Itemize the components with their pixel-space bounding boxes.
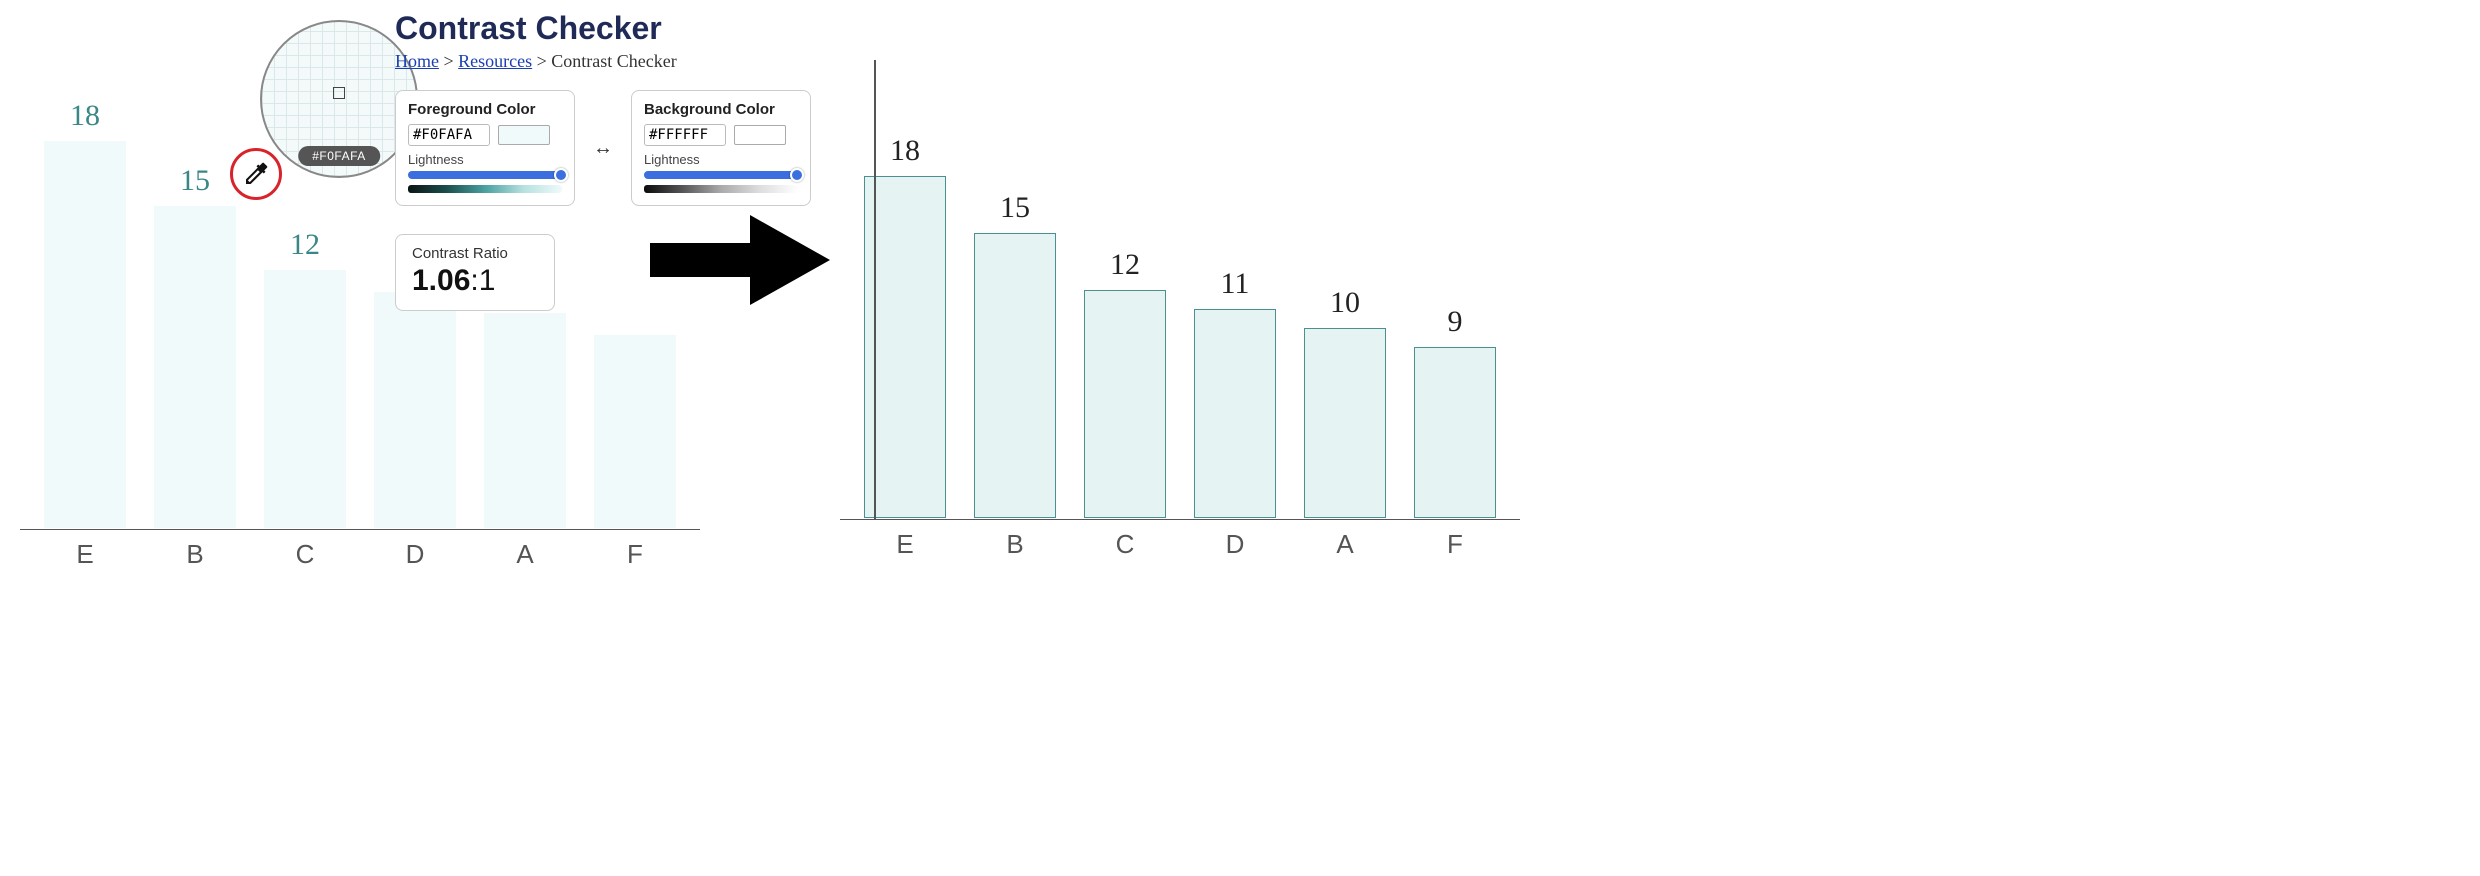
x-axis-label: C	[264, 539, 346, 570]
x-axis-label: A	[484, 539, 566, 570]
contrast-ratio-value: 1.06:1	[412, 264, 538, 298]
x-axis-label: F	[1414, 529, 1496, 560]
bar-group: 10	[1304, 286, 1386, 518]
background-lightness-label: Lightness	[644, 152, 798, 167]
breadcrumb: Home > Resources > Contrast Checker	[395, 51, 825, 72]
x-axis-label: E	[864, 529, 946, 560]
breadcrumb-sep: >	[537, 51, 547, 71]
bar-rect	[44, 141, 126, 528]
x-axis-line	[840, 519, 1520, 521]
bar-group: 18	[864, 134, 946, 518]
x-axis-label: F	[594, 539, 676, 570]
bar-rect	[484, 313, 566, 528]
foreground-label: Foreground Color	[408, 101, 562, 118]
bar-value-label: 15	[180, 164, 210, 198]
bar-rect	[594, 335, 676, 529]
bar-value-label: 9	[1448, 305, 1463, 339]
bar-group: 12	[264, 228, 346, 528]
bar-group	[374, 284, 456, 529]
background-swatch[interactable]	[734, 125, 786, 145]
x-axis-label: A	[1304, 529, 1386, 560]
x-axis-line	[20, 529, 700, 531]
foreground-hue-strip[interactable]	[408, 185, 562, 193]
x-axis-label: D	[374, 539, 456, 570]
background-hex-input[interactable]	[644, 124, 726, 146]
bar-rect	[154, 206, 236, 529]
x-axis-label: B	[154, 539, 236, 570]
foreground-color-card: Foreground Color Lightness	[395, 90, 575, 206]
bar-group: 9	[1414, 305, 1496, 518]
bar-value-label: 18	[890, 134, 920, 168]
bar-rect	[264, 270, 346, 528]
breadcrumb-resources-link[interactable]: Resources	[458, 51, 532, 71]
breadcrumb-home-link[interactable]: Home	[395, 51, 439, 71]
foreground-hex-input[interactable]	[408, 124, 490, 146]
color-input-row: Foreground Color Lightness ↔ Background …	[395, 90, 825, 206]
bar-rect	[1194, 309, 1276, 518]
background-color-card: Background Color Lightness	[631, 90, 811, 206]
eyedropper-highlight-ring	[230, 148, 282, 200]
x-axis-label: C	[1084, 529, 1166, 560]
breadcrumb-sep: >	[444, 51, 454, 71]
bar-rect	[1084, 290, 1166, 518]
background-lightness-slider[interactable]	[644, 171, 798, 179]
bar-value-label: 12	[290, 228, 320, 262]
foreground-lightness-slider[interactable]	[408, 171, 562, 179]
bar-group: 15	[154, 164, 236, 529]
x-axis-label: B	[974, 529, 1056, 560]
bar-rect	[374, 292, 456, 529]
foreground-swatch[interactable]	[498, 125, 550, 145]
background-label: Background Color	[644, 101, 798, 118]
eyedropper-icon	[241, 159, 271, 189]
contrast-ratio-label: Contrast Ratio	[412, 245, 538, 262]
bar-value-label: 10	[1330, 286, 1360, 320]
bar-value-label: 15	[1000, 191, 1030, 225]
bar-group: 18	[44, 99, 126, 528]
bar-group	[484, 305, 566, 528]
right-bar-chart: 18 15 12 11 10 9 EBCDAF	[840, 60, 1520, 570]
magnifier-hex-label: #F0FAFA	[298, 146, 380, 166]
bar-rect	[974, 233, 1056, 518]
checker-title: Contrast Checker	[395, 10, 825, 47]
x-axis-label: D	[1194, 529, 1276, 560]
swap-colors-icon[interactable]: ↔	[593, 137, 613, 160]
foreground-lightness-label: Lightness	[408, 152, 562, 167]
breadcrumb-current: Contrast Checker	[551, 51, 676, 71]
bar-value-label: 18	[70, 99, 100, 133]
contrast-ratio-card: Contrast Ratio 1.06:1	[395, 234, 555, 311]
bar-rect	[1304, 328, 1386, 518]
bar-rect	[864, 176, 946, 518]
background-hue-strip[interactable]	[644, 185, 798, 193]
arrow-right-icon	[650, 205, 830, 315]
bar-group	[594, 327, 676, 529]
bar-group: 12	[1084, 248, 1166, 518]
right-chart-panel: 18 15 12 11 10 9 EBCDAF	[840, 60, 1520, 570]
bar-rect	[1414, 347, 1496, 518]
bar-value-label: 12	[1110, 248, 1140, 282]
bar-value-label: 11	[1221, 267, 1250, 301]
y-axis-line	[874, 60, 876, 520]
x-axis-label: E	[44, 539, 126, 570]
bar-group: 15	[974, 191, 1056, 518]
bar-group: 11	[1194, 267, 1276, 518]
